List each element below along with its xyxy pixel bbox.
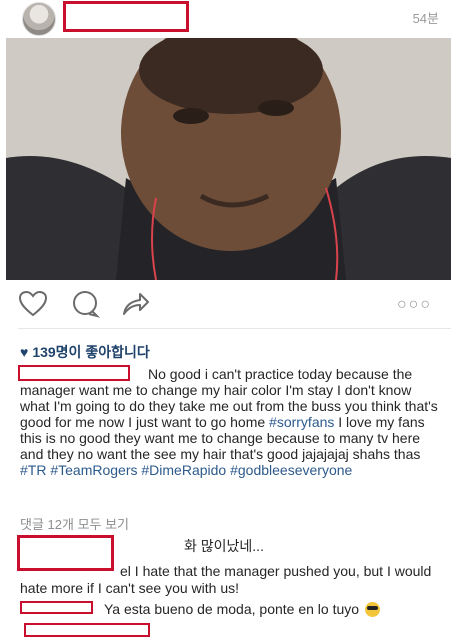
redacted-username	[20, 601, 93, 614]
more-dots-icon[interactable]: ○○○	[397, 296, 432, 314]
redacted-username	[63, 1, 189, 32]
action-bar: ○○○	[18, 290, 438, 320]
comment-item: Ya esta bueno de moda, ponte en lo tuyo	[104, 601, 380, 618]
comment-item: el I hate that the manager pushed you, b…	[20, 563, 440, 597]
comment-text: Ya esta bueno de moda, ponte en lo tuyo	[104, 601, 360, 617]
hashtag-link[interactable]: #TR	[20, 462, 46, 478]
share-arrow-icon[interactable]	[120, 290, 150, 323]
post-time: 54분	[412, 11, 439, 26]
hashtag-link[interactable]: #godbleeseveryone	[230, 462, 352, 478]
comment-text: el I hate that the manager pushed you, b…	[20, 563, 432, 596]
speech-bubble-icon[interactable]	[70, 290, 101, 323]
comment-text: 화 많이났네...	[184, 538, 264, 554]
view-all-comments-link[interactable]: 댓글 12개 모두 보기	[20, 514, 129, 533]
redacted-username	[24, 623, 150, 637]
post-caption: No good i can't practice today because t…	[20, 366, 438, 478]
post-photo	[6, 38, 451, 280]
sunglasses-emoji-icon	[364, 602, 380, 617]
hashtag-link[interactable]: #DimeRapido	[141, 462, 226, 478]
avatar[interactable]	[22, 2, 56, 36]
heart-filled-icon: ♥	[20, 344, 29, 360]
heart-outline-icon[interactable]	[18, 290, 48, 323]
likes-count[interactable]: ♥ 139명이 좋아합니다	[20, 342, 150, 362]
hashtag-link[interactable]: #sorryfans	[269, 414, 334, 430]
hashtag-link[interactable]: #TeamRogers	[50, 462, 137, 478]
divider	[18, 328, 451, 329]
